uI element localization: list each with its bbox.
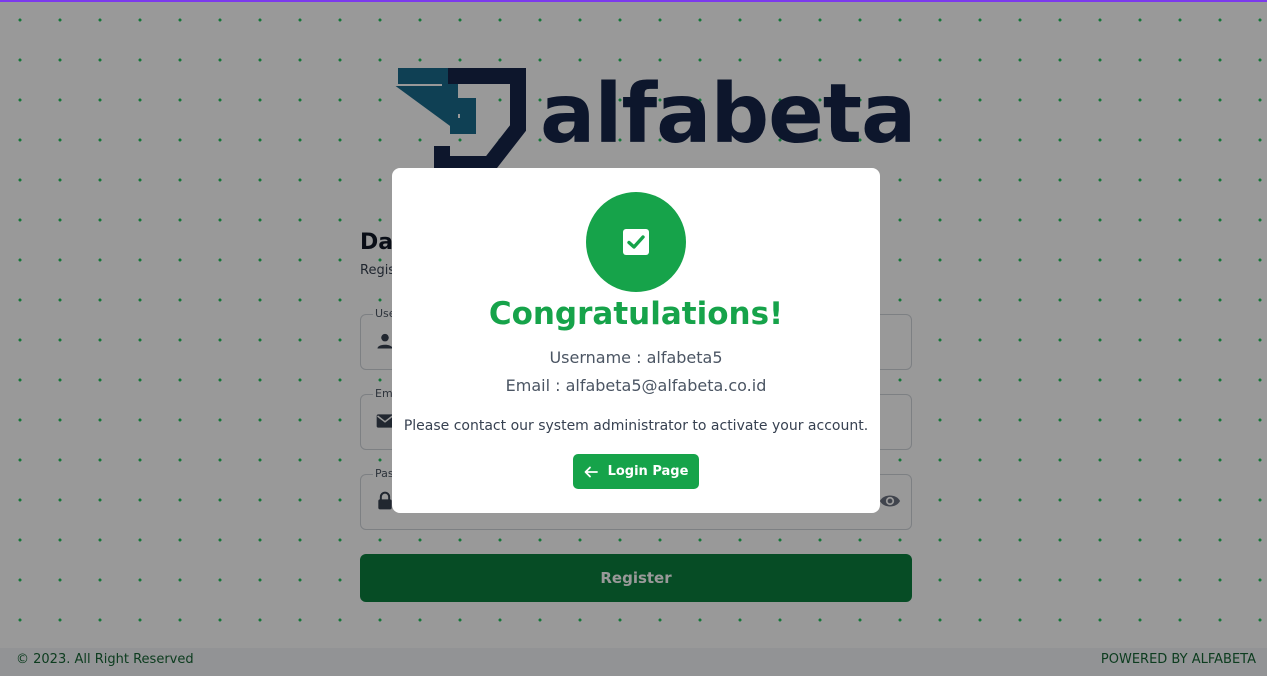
arrow-left-icon xyxy=(584,466,598,477)
success-badge xyxy=(586,192,686,292)
login-page-button[interactable]: Login Page xyxy=(573,454,699,489)
checkmark-icon xyxy=(627,235,645,249)
email-info: Email : alfabeta5@alfabeta.co.id xyxy=(505,376,767,395)
username-info: Username : alfabeta5 xyxy=(549,348,723,367)
dialog-title: Congratulations! xyxy=(488,296,784,332)
login-page-label: Login Page xyxy=(607,464,689,479)
activation-note: Please contact our system administrator … xyxy=(403,418,869,434)
success-dialog: Congratulations! Username : alfabeta5 Em… xyxy=(392,168,880,513)
check-square-icon xyxy=(623,229,649,255)
top-accent-bar xyxy=(0,0,1267,2)
